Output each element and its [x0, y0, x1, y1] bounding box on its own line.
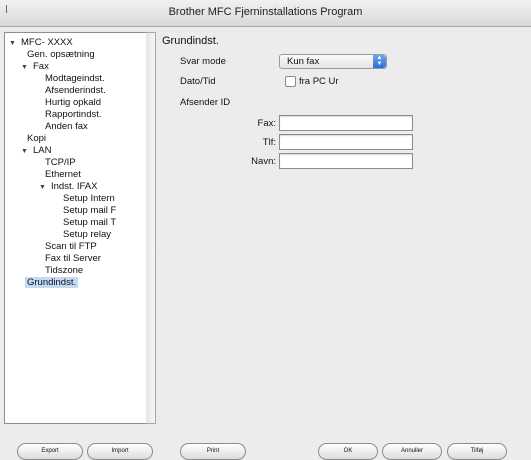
title-bar: Brother MFC Fjerninstallations Program: [0, 0, 531, 27]
print-button[interactable]: Print: [180, 443, 246, 460]
navn-label: Navn:: [251, 156, 276, 167]
tree-item-setup-internet[interactable]: Setup Intern: [63, 193, 115, 205]
ok-button[interactable]: OK: [318, 443, 378, 460]
tlf-field[interactable]: [279, 134, 413, 150]
section-title: Grundindst.: [162, 35, 219, 47]
tree-item-scan-ftp[interactable]: Scan til FTP: [45, 241, 97, 253]
tree-item-rapport[interactable]: Rapportindst.: [45, 109, 102, 121]
disclosure-triangle-icon[interactable]: ▼: [9, 38, 21, 50]
annuller-button[interactable]: Annuller: [382, 443, 442, 460]
fra-pc-ur-label: fra PC Ur: [299, 76, 339, 87]
window-title: Brother MFC Fjerninstallations Program: [168, 6, 363, 18]
tree-item-afsender[interactable]: Afsenderindst.: [45, 85, 106, 97]
export-button[interactable]: Export: [17, 443, 83, 460]
tree-item-root[interactable]: ▼ MFC- XXXX: [9, 37, 73, 49]
svar-mode-value: Kun fax: [287, 56, 320, 67]
tree-item-modtage[interactable]: Modtageindst.: [45, 73, 105, 85]
tree-item-ifax[interactable]: ▼ Indst. IFAX: [39, 181, 97, 193]
tree-item-gen[interactable]: Gen. opsætning: [27, 49, 95, 61]
import-button[interactable]: Import: [87, 443, 153, 460]
tilfoj-button[interactable]: Tilføj: [447, 443, 507, 460]
dato-tid-label: Dato/Tid: [180, 76, 216, 87]
tree-item-kopi[interactable]: Kopi: [27, 133, 46, 145]
tree-item-setup-relay[interactable]: Setup relay: [63, 229, 111, 241]
tree-item-tidszone[interactable]: Tidszone: [45, 265, 83, 277]
tree-item-ethernet[interactable]: Ethernet: [45, 169, 81, 181]
tree-item-hurtig[interactable]: Hurtig opkald: [45, 97, 101, 109]
afsender-id-label: Afsender ID: [180, 97, 231, 108]
tree-item-lan[interactable]: ▼ LAN: [21, 145, 51, 157]
popup-arrows-icon: ▲ ▼: [373, 55, 386, 68]
tree-item-setup-mail-tx[interactable]: Setup mail T: [63, 217, 116, 229]
disclosure-triangle-icon[interactable]: ▼: [39, 182, 51, 194]
navn-field[interactable]: [279, 153, 413, 169]
tree-item-tcpip[interactable]: TCP/IP: [45, 157, 76, 169]
tree-scrollbar[interactable]: [146, 32, 156, 424]
disclosure-triangle-icon[interactable]: ▼: [21, 146, 33, 158]
tree-item-setup-mail-rx[interactable]: Setup mail F: [63, 205, 116, 217]
tree-item-andenfax[interactable]: Anden fax: [45, 121, 88, 133]
tree-item-fax[interactable]: ▼ Fax: [21, 61, 49, 73]
tree-item-fax-server[interactable]: Fax til Server: [45, 253, 101, 265]
tlf-label: Tlf:: [262, 137, 276, 148]
fax-label: Fax:: [257, 118, 276, 129]
svar-mode-select[interactable]: Kun fax ▲ ▼: [279, 54, 387, 69]
settings-tree[interactable]: ▼ MFC- XXXX Gen. opsætning ▼ Fax Modtagein…: [4, 32, 148, 424]
fax-field[interactable]: [279, 115, 413, 131]
svar-mode-label: Svar mode: [180, 56, 226, 67]
disclosure-triangle-icon[interactable]: ▼: [21, 62, 33, 74]
fra-pc-ur-checkbox[interactable]: [285, 76, 296, 87]
tree-item-grundindst[interactable]: Grundindst.: [25, 277, 79, 289]
